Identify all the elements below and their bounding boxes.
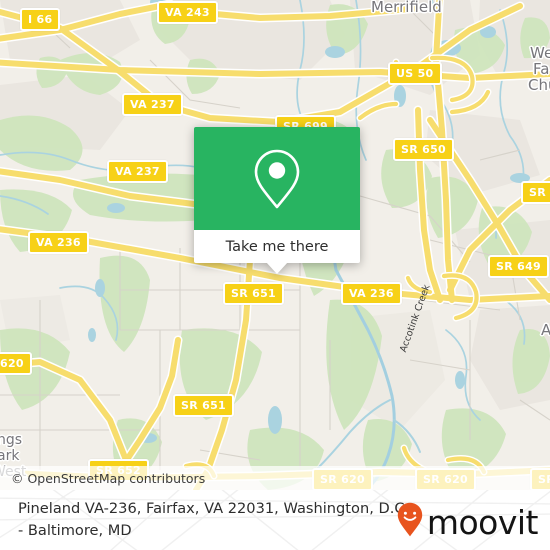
map-pin-icon <box>251 148 303 210</box>
moovit-wordmark: moovit <box>426 503 539 542</box>
footer-bar: Pineland VA-236, Fairfax, VA 22031, Wash… <box>0 490 550 550</box>
address-line-2: - Baltimore, MD <box>18 521 132 539</box>
take-me-there-button[interactable]: Take me there <box>194 230 360 263</box>
location-popup-card[interactable]: Take me there <box>194 127 360 274</box>
popup-header <box>194 127 360 230</box>
moovit-map-screenshot: Merrifield We Fa Chu A ngs ark West Acco… <box>0 0 550 550</box>
moovit-logo[interactable]: moovit <box>397 502 539 543</box>
address-line-1: Pineland VA-236, Fairfax, VA 22031, Wash… <box>18 500 410 517</box>
map-attribution: © OpenStreetMap contributors <box>0 466 550 490</box>
popup-pointer-tail <box>266 262 288 274</box>
moovit-pin-icon <box>397 502 423 543</box>
attribution-text: © OpenStreetMap contributors <box>11 470 206 486</box>
location-address: Pineland VA-236, Fairfax, VA 22031, Wash… <box>18 498 418 541</box>
take-me-there-label: Take me there <box>225 238 329 255</box>
